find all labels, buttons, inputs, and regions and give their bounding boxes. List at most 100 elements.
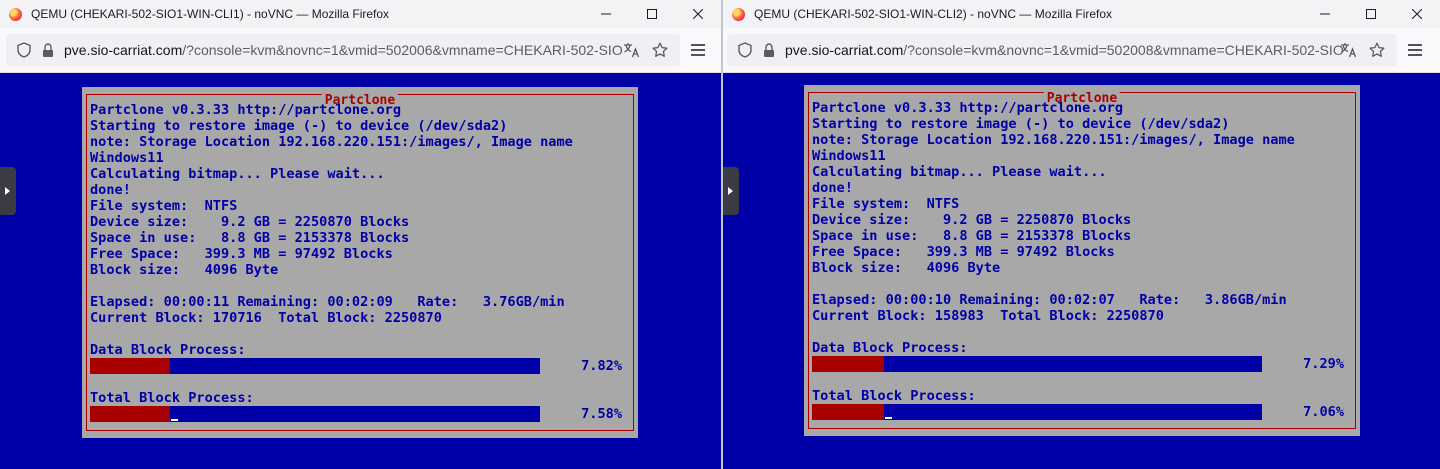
data-block-label: Data Block Process: xyxy=(812,340,968,356)
maximize-icon xyxy=(1366,9,1376,19)
total-block-label: Total Block Process: xyxy=(90,390,254,406)
browser-window-cli1: QEMU (CHEKARI-502-SIO1-WIN-CLI1) - noVNC… xyxy=(0,0,721,469)
console-line: Space in use: 8.8 GB = 2153378 Blocks xyxy=(812,228,1132,244)
data-block-progress-fill xyxy=(90,358,170,374)
total-block-progress-fill xyxy=(90,406,170,422)
vnc-canvas[interactable]: Partclone Partclone v0.3.33 http://partc… xyxy=(723,73,1440,469)
star-icon xyxy=(652,42,668,57)
console-line: Free Space: 399.3 MB = 97492 Blocks xyxy=(90,246,393,262)
close-icon xyxy=(693,9,703,19)
close-button[interactable] xyxy=(1394,0,1440,28)
total-block-progress-bar xyxy=(812,404,1262,420)
close-icon xyxy=(1412,9,1422,19)
console-line: Elapsed: 00:00:10 Remaining: 00:02:07 Ra… xyxy=(812,292,1287,308)
console-line: note: Storage Location 192.168.220.151:/… xyxy=(90,134,573,150)
console-line: Windows11 xyxy=(812,148,886,164)
console-line: File system: NTFS xyxy=(90,198,238,214)
console-line: Current Block: 158983 Total Block: 22508… xyxy=(812,308,1164,324)
lock-icon xyxy=(43,42,53,57)
console-line: Partclone v0.3.33 http://partclone.org xyxy=(90,102,401,118)
open-menu-button[interactable] xyxy=(1399,34,1431,66)
site-info-button[interactable] xyxy=(759,34,779,66)
total-block-percent: 7.06% xyxy=(1303,404,1344,420)
hamburger-menu-icon xyxy=(691,44,705,56)
partclone-dialog: Partclone Partclone v0.3.33 http://partc… xyxy=(82,87,638,438)
console-line: Partclone v0.3.33 http://partclone.org xyxy=(812,100,1123,116)
window-title: QEMU (CHEKARI-502-SIO1-WIN-CLI2) - noVNC… xyxy=(754,7,1113,21)
window-titlebar[interactable]: QEMU (CHEKARI-502-SIO1-WIN-CLI1) - noVNC… xyxy=(0,0,721,28)
url-bar[interactable]: pve.sio-carriat.com/?console=kvm&novnc=1… xyxy=(727,34,1397,66)
shield-icon xyxy=(17,42,31,58)
console-line: File system: NTFS xyxy=(812,196,960,212)
total-block-progress-bar xyxy=(90,406,540,422)
console-line: Windows11 xyxy=(90,150,164,166)
close-button[interactable] xyxy=(675,0,721,28)
tracking-protection-button[interactable] xyxy=(14,34,34,66)
console-line: Block size: 4096 Byte xyxy=(90,262,279,278)
url-host: pve.sio-carriat.com xyxy=(64,42,183,58)
firefox-icon xyxy=(732,8,745,21)
console-line: Current Block: 170716 Total Block: 22508… xyxy=(90,310,442,326)
maximize-button[interactable] xyxy=(1348,0,1394,28)
maximize-icon xyxy=(647,9,657,19)
minimize-button[interactable] xyxy=(583,0,629,28)
star-icon xyxy=(1369,42,1385,57)
console-line: note: Storage Location 192.168.220.151:/… xyxy=(812,132,1295,148)
window-title: QEMU (CHEKARI-502-SIO1-WIN-CLI1) - noVNC… xyxy=(31,7,390,21)
console-line: Starting to restore image (-) to device … xyxy=(90,118,508,134)
total-block-progress-fill xyxy=(812,404,884,420)
console-line: Free Space: 399.3 MB = 97492 Blocks xyxy=(812,244,1115,260)
text-cursor xyxy=(885,417,892,419)
console-line: Calculating bitmap... Please wait... xyxy=(812,164,1107,180)
url-text: pve.sio-carriat.com/?console=kvm&novnc=1… xyxy=(64,42,623,58)
translate-button[interactable] xyxy=(1337,34,1361,66)
firefox-icon xyxy=(9,8,22,21)
data-block-progress-bar xyxy=(90,358,540,374)
data-block-progress-bar xyxy=(812,356,1262,372)
site-info-button[interactable] xyxy=(38,34,58,66)
console-line: Device size: 9.2 GB = 2250870 Blocks xyxy=(812,212,1132,228)
url-host: pve.sio-carriat.com xyxy=(785,42,904,58)
translate-button[interactable] xyxy=(620,34,644,66)
data-block-percent: 7.29% xyxy=(1303,356,1344,372)
novnc-sidebar-handle[interactable] xyxy=(0,167,16,215)
text-cursor xyxy=(171,419,178,421)
console-line: Block size: 4096 Byte xyxy=(812,260,1001,276)
bookmark-button[interactable] xyxy=(1365,34,1389,66)
minimize-icon xyxy=(1320,13,1330,15)
tracking-protection-button[interactable] xyxy=(735,34,755,66)
console-line: Starting to restore image (-) to device … xyxy=(812,116,1230,132)
window-titlebar[interactable]: QEMU (CHEKARI-502-SIO1-WIN-CLI2) - noVNC… xyxy=(723,0,1440,28)
console-line: done! xyxy=(812,180,853,196)
vnc-canvas[interactable]: Partclone Partclone v0.3.33 http://partc… xyxy=(0,73,721,469)
minimize-button[interactable] xyxy=(1302,0,1348,28)
open-menu-button[interactable] xyxy=(682,34,714,66)
navigation-toolbar: pve.sio-carriat.com/?console=kvm&novnc=1… xyxy=(723,28,1440,73)
console-line: Calculating bitmap... Please wait... xyxy=(90,166,385,182)
minimize-icon xyxy=(601,13,611,15)
bookmark-button[interactable] xyxy=(648,34,672,66)
hamburger-menu-icon xyxy=(1408,44,1422,56)
console-line: done! xyxy=(90,182,131,198)
translate-icon xyxy=(624,43,640,58)
url-path: /?console=kvm&novnc=1&vmid=502008&vmname… xyxy=(903,42,1344,58)
shield-icon xyxy=(738,42,752,58)
partclone-dialog: Partclone Partclone v0.3.33 http://partc… xyxy=(804,85,1360,436)
data-block-label: Data Block Process: xyxy=(90,342,246,358)
lock-icon xyxy=(764,42,774,57)
url-path: /?console=kvm&novnc=1&vmid=502006&vmname… xyxy=(182,42,623,58)
console-line: Elapsed: 00:00:11 Remaining: 00:02:09 Ra… xyxy=(90,294,565,310)
data-block-progress-fill xyxy=(812,356,884,372)
translate-icon xyxy=(1341,43,1357,58)
total-block-percent: 7.58% xyxy=(581,406,622,422)
total-block-label: Total Block Process: xyxy=(812,388,976,404)
console-line: Device size: 9.2 GB = 2250870 Blocks xyxy=(90,214,410,230)
maximize-button[interactable] xyxy=(629,0,675,28)
url-bar[interactable]: pve.sio-carriat.com/?console=kvm&novnc=1… xyxy=(6,34,680,66)
browser-window-cli2: QEMU (CHEKARI-502-SIO1-WIN-CLI2) - noVNC… xyxy=(723,0,1440,469)
url-text: pve.sio-carriat.com/?console=kvm&novnc=1… xyxy=(785,42,1344,58)
navigation-toolbar: pve.sio-carriat.com/?console=kvm&novnc=1… xyxy=(0,28,721,73)
data-block-percent: 7.82% xyxy=(581,358,622,374)
console-line: Space in use: 8.8 GB = 2153378 Blocks xyxy=(90,230,410,246)
novnc-sidebar-handle[interactable] xyxy=(723,167,739,215)
